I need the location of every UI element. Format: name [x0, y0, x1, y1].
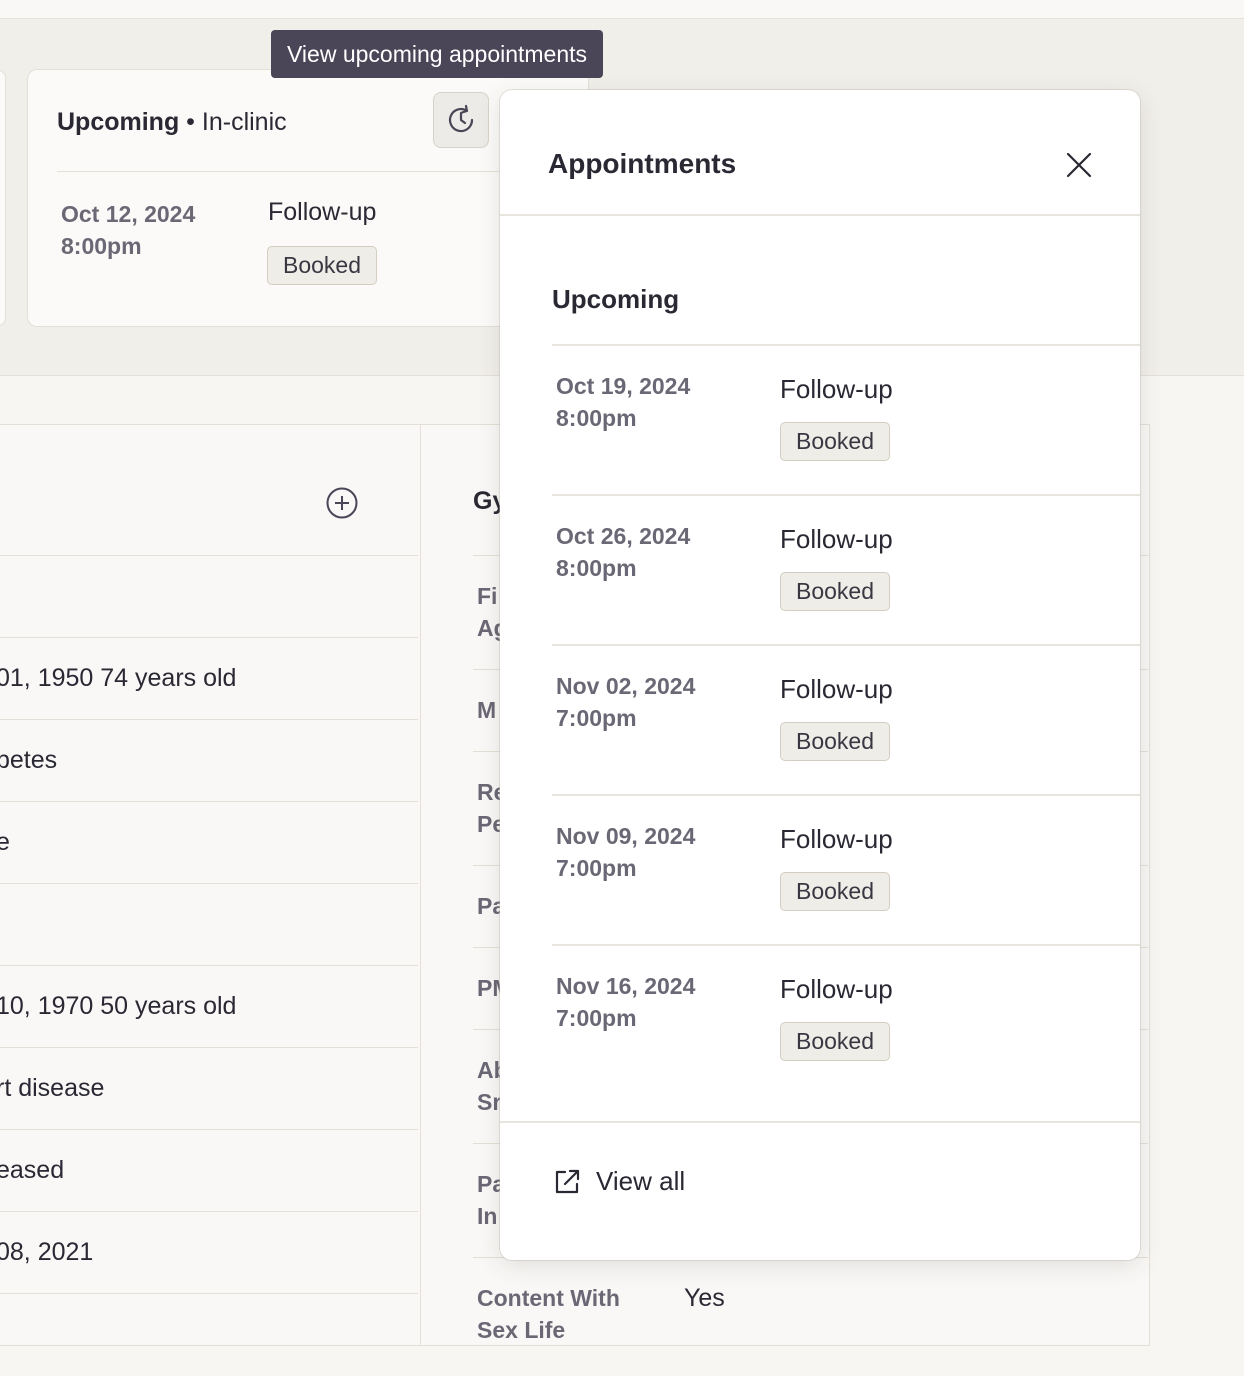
status-badge: Booked — [780, 422, 891, 461]
appointment-time: 7:00pm — [556, 1005, 637, 1031]
tooltip: View upcoming appointments — [271, 30, 604, 78]
list-item — [0, 555, 418, 638]
appointment-date: Nov 09, 2024 — [556, 823, 696, 849]
row-label: Sr — [477, 1089, 502, 1115]
appointment-type: Follow-up — [780, 374, 893, 404]
appointment-type: Follow-up — [780, 524, 893, 554]
list-item: 08, 2021 — [0, 1211, 418, 1294]
appointment-time: 7:00pm — [556, 855, 637, 881]
appointment-type: Follow-up — [780, 824, 893, 854]
list-item: betes — [0, 719, 418, 802]
view-upcoming-appointments-button[interactable] — [433, 92, 489, 148]
list-item: e — [0, 801, 418, 884]
appointment-type: Follow-up — [780, 674, 893, 704]
view-all-link[interactable]: View all — [552, 1166, 685, 1197]
appointment-time: 8:00pm — [556, 555, 637, 581]
status-badge: Booked — [780, 722, 891, 761]
list-item: 10, 1970 50 years old — [0, 965, 418, 1048]
row-value: Yes — [684, 1284, 725, 1312]
appointment-date: Nov 02, 2024 — [556, 673, 696, 699]
appointment-row[interactable]: Oct 26, 2024 8:00pm Follow-up Booked — [552, 494, 1140, 646]
add-circle-icon[interactable] — [325, 486, 359, 520]
view-all-label: View all — [596, 1166, 686, 1196]
card-divider — [57, 171, 577, 172]
card-status: Upcoming — [57, 108, 180, 136]
close-button[interactable] — [1062, 148, 1096, 182]
close-icon — [1066, 152, 1092, 178]
list-item: eased — [0, 1129, 418, 1212]
status-badge: Booked — [780, 872, 891, 911]
row-label: Fi — [477, 583, 498, 609]
row-label: Sex Life — [477, 1317, 566, 1343]
appointment-row[interactable]: Nov 09, 2024 7:00pm Follow-up Booked — [552, 794, 1140, 946]
list-item: 01, 1950 74 years old — [0, 637, 418, 720]
card-location: In-clinic — [201, 108, 287, 136]
appointment-row[interactable]: Nov 02, 2024 7:00pm Follow-up Booked — [552, 644, 1140, 796]
row-label: In — [477, 1203, 498, 1229]
divider — [500, 1121, 1140, 1123]
section-title: Upcoming — [552, 284, 680, 314]
top-bar — [0, 0, 1244, 19]
previous-card-edge — [0, 70, 6, 326]
appointments-popover: Appointments Upcoming Oct 19, 2024 8:00p… — [500, 90, 1140, 1260]
card-status-badge: Booked — [267, 246, 378, 285]
divider — [500, 214, 1140, 216]
appointment-type: Follow-up — [780, 974, 893, 1004]
row-label: M — [477, 697, 497, 723]
list-item — [0, 883, 418, 966]
appointment-datetime: Oct 19, 2024 8:00pm — [556, 370, 690, 434]
appointment-datetime: Nov 02, 2024 7:00pm — [556, 670, 695, 734]
appointment-row[interactable]: Nov 16, 2024 7:00pm Follow-up Booked — [552, 944, 1140, 1096]
card-time: 8:00pm — [61, 233, 142, 259]
list-item: rt disease — [0, 1047, 418, 1130]
card-datetime: Oct 12, 2024 8:00pm — [61, 198, 195, 262]
row-label: Content With — [477, 1285, 620, 1311]
appointment-date: Nov 16, 2024 — [556, 973, 696, 999]
appointment-row[interactable]: Oct 19, 2024 8:00pm Follow-up Booked — [552, 344, 1140, 496]
status-badge: Booked — [780, 572, 891, 611]
appointment-datetime: Oct 26, 2024 8:00pm — [556, 520, 690, 584]
card-appointment-type: Follow-up — [268, 198, 377, 226]
status-badge: Booked — [780, 1022, 891, 1061]
history-icon — [448, 104, 474, 133]
appointment-time: 8:00pm — [556, 405, 637, 431]
appointment-datetime: Nov 16, 2024 7:00pm — [556, 970, 695, 1034]
appointment-date: Oct 26, 2024 — [556, 523, 691, 549]
appointment-time: 7:00pm — [556, 705, 637, 731]
popover-title: Appointments — [548, 148, 737, 179]
card-heading: Upcoming • In-clinic — [57, 108, 287, 137]
card-date: Oct 12, 2024 — [61, 201, 196, 227]
list-item: i — [0, 1293, 418, 1376]
appointment-date: Oct 19, 2024 — [556, 373, 691, 399]
appointment-datetime: Nov 09, 2024 7:00pm — [556, 820, 695, 884]
external-link-icon — [555, 1169, 580, 1193]
card-separator: • — [186, 108, 195, 136]
